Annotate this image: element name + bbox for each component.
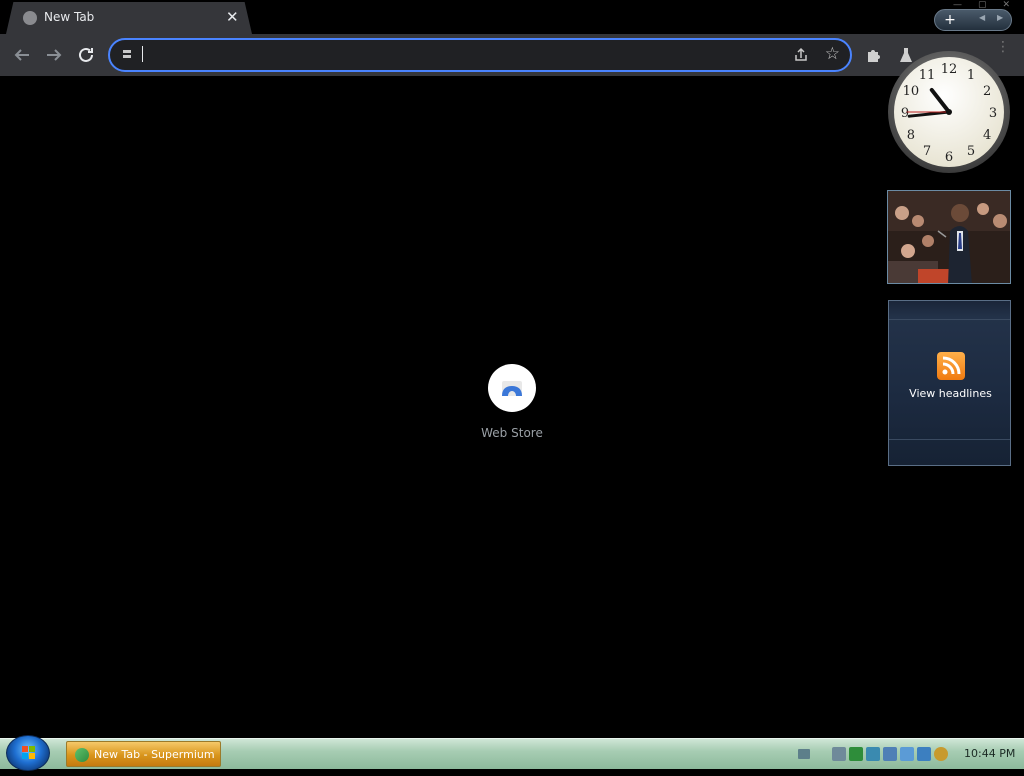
clock-number: 3 xyxy=(989,106,997,121)
supermium-icon xyxy=(75,748,89,762)
taskbar: New Tab - Supermium 10:44 PM xyxy=(0,735,1024,771)
add-gadget-button[interactable]: + xyxy=(941,12,959,28)
forward-button[interactable] xyxy=(42,43,66,67)
sidebar-gadget-controls: + ◀ ▶ xyxy=(934,9,1012,31)
close-tab-icon[interactable]: ✕ xyxy=(226,8,239,26)
clock-number: 7 xyxy=(923,144,931,159)
show-desktop-icon[interactable] xyxy=(798,749,810,759)
clock-number: 1 xyxy=(967,68,975,83)
clock-number: 9 xyxy=(901,106,909,121)
clock-gadget[interactable]: 12 1 2 3 4 5 6 7 8 9 10 11 xyxy=(887,50,1011,174)
update-icon[interactable] xyxy=(866,747,880,761)
reload-icon xyxy=(79,47,93,62)
previous-page-button[interactable]: ◀ xyxy=(979,13,985,22)
system-tray xyxy=(832,744,948,764)
volume-icon[interactable] xyxy=(900,747,914,761)
clock-number: 10 xyxy=(903,84,920,99)
shortcut-label: Web Store xyxy=(481,426,543,440)
slideshow-photo xyxy=(888,191,1010,283)
windows-logo-icon xyxy=(22,746,35,759)
clock-center-pin xyxy=(946,109,952,115)
arrow-right-icon xyxy=(47,49,62,61)
address-bar[interactable]: ☆ xyxy=(108,38,852,72)
share-icon[interactable] xyxy=(792,46,810,64)
start-button[interactable] xyxy=(6,735,50,771)
site-info-icon[interactable] xyxy=(120,47,134,61)
display-icon[interactable] xyxy=(883,747,897,761)
network-icon[interactable] xyxy=(832,747,846,761)
taskbar-item-supermium[interactable]: New Tab - Supermium xyxy=(66,741,221,767)
arrow-left-icon xyxy=(14,49,29,61)
feed-divider xyxy=(889,319,1010,320)
slideshow-gadget[interactable] xyxy=(887,190,1011,284)
back-button[interactable] xyxy=(10,43,34,67)
globe-icon xyxy=(23,11,37,25)
clock-face: 12 12 3 45678 9 1011 xyxy=(888,51,1010,173)
clock-number: 2 xyxy=(983,84,991,99)
next-page-button[interactable]: ▶ xyxy=(997,13,1003,22)
security-check-icon[interactable] xyxy=(849,747,863,761)
tab-new-tab[interactable]: New Tab ✕ xyxy=(6,2,252,34)
clock-number: 6 xyxy=(945,150,953,165)
bookmark-star-icon[interactable]: ☆ xyxy=(825,45,840,63)
feed-headlines-gadget[interactable]: View headlines xyxy=(888,300,1011,466)
text-cursor xyxy=(142,46,143,62)
clock-number: 5 xyxy=(967,144,975,159)
shortcut-web-store[interactable]: Web Store xyxy=(472,364,552,440)
reload-button[interactable] xyxy=(74,43,98,67)
feed-divider xyxy=(889,439,1010,440)
language-icon[interactable] xyxy=(917,747,931,761)
tab-strip: New Tab ✕ — ▢ ✕ + ◀ ▶ xyxy=(0,0,1024,34)
view-headlines-link[interactable]: View headlines xyxy=(889,387,1012,400)
taskbar-item-label: New Tab - Supermium xyxy=(94,748,215,761)
extensions-puzzle-icon[interactable] xyxy=(865,46,883,64)
clock-number: 8 xyxy=(907,128,915,143)
rss-icon xyxy=(937,352,965,380)
clock-number: 4 xyxy=(983,128,991,143)
taskbar-clock[interactable]: 10:44 PM xyxy=(964,747,1015,760)
clock-number: 12 xyxy=(941,62,958,77)
web-store-icon xyxy=(488,364,536,412)
clock-number: 11 xyxy=(919,68,936,83)
search-icon[interactable] xyxy=(934,747,948,761)
browser-toolbar: ☆ ⋮ xyxy=(0,34,1024,76)
tab-title: New Tab xyxy=(44,10,95,24)
